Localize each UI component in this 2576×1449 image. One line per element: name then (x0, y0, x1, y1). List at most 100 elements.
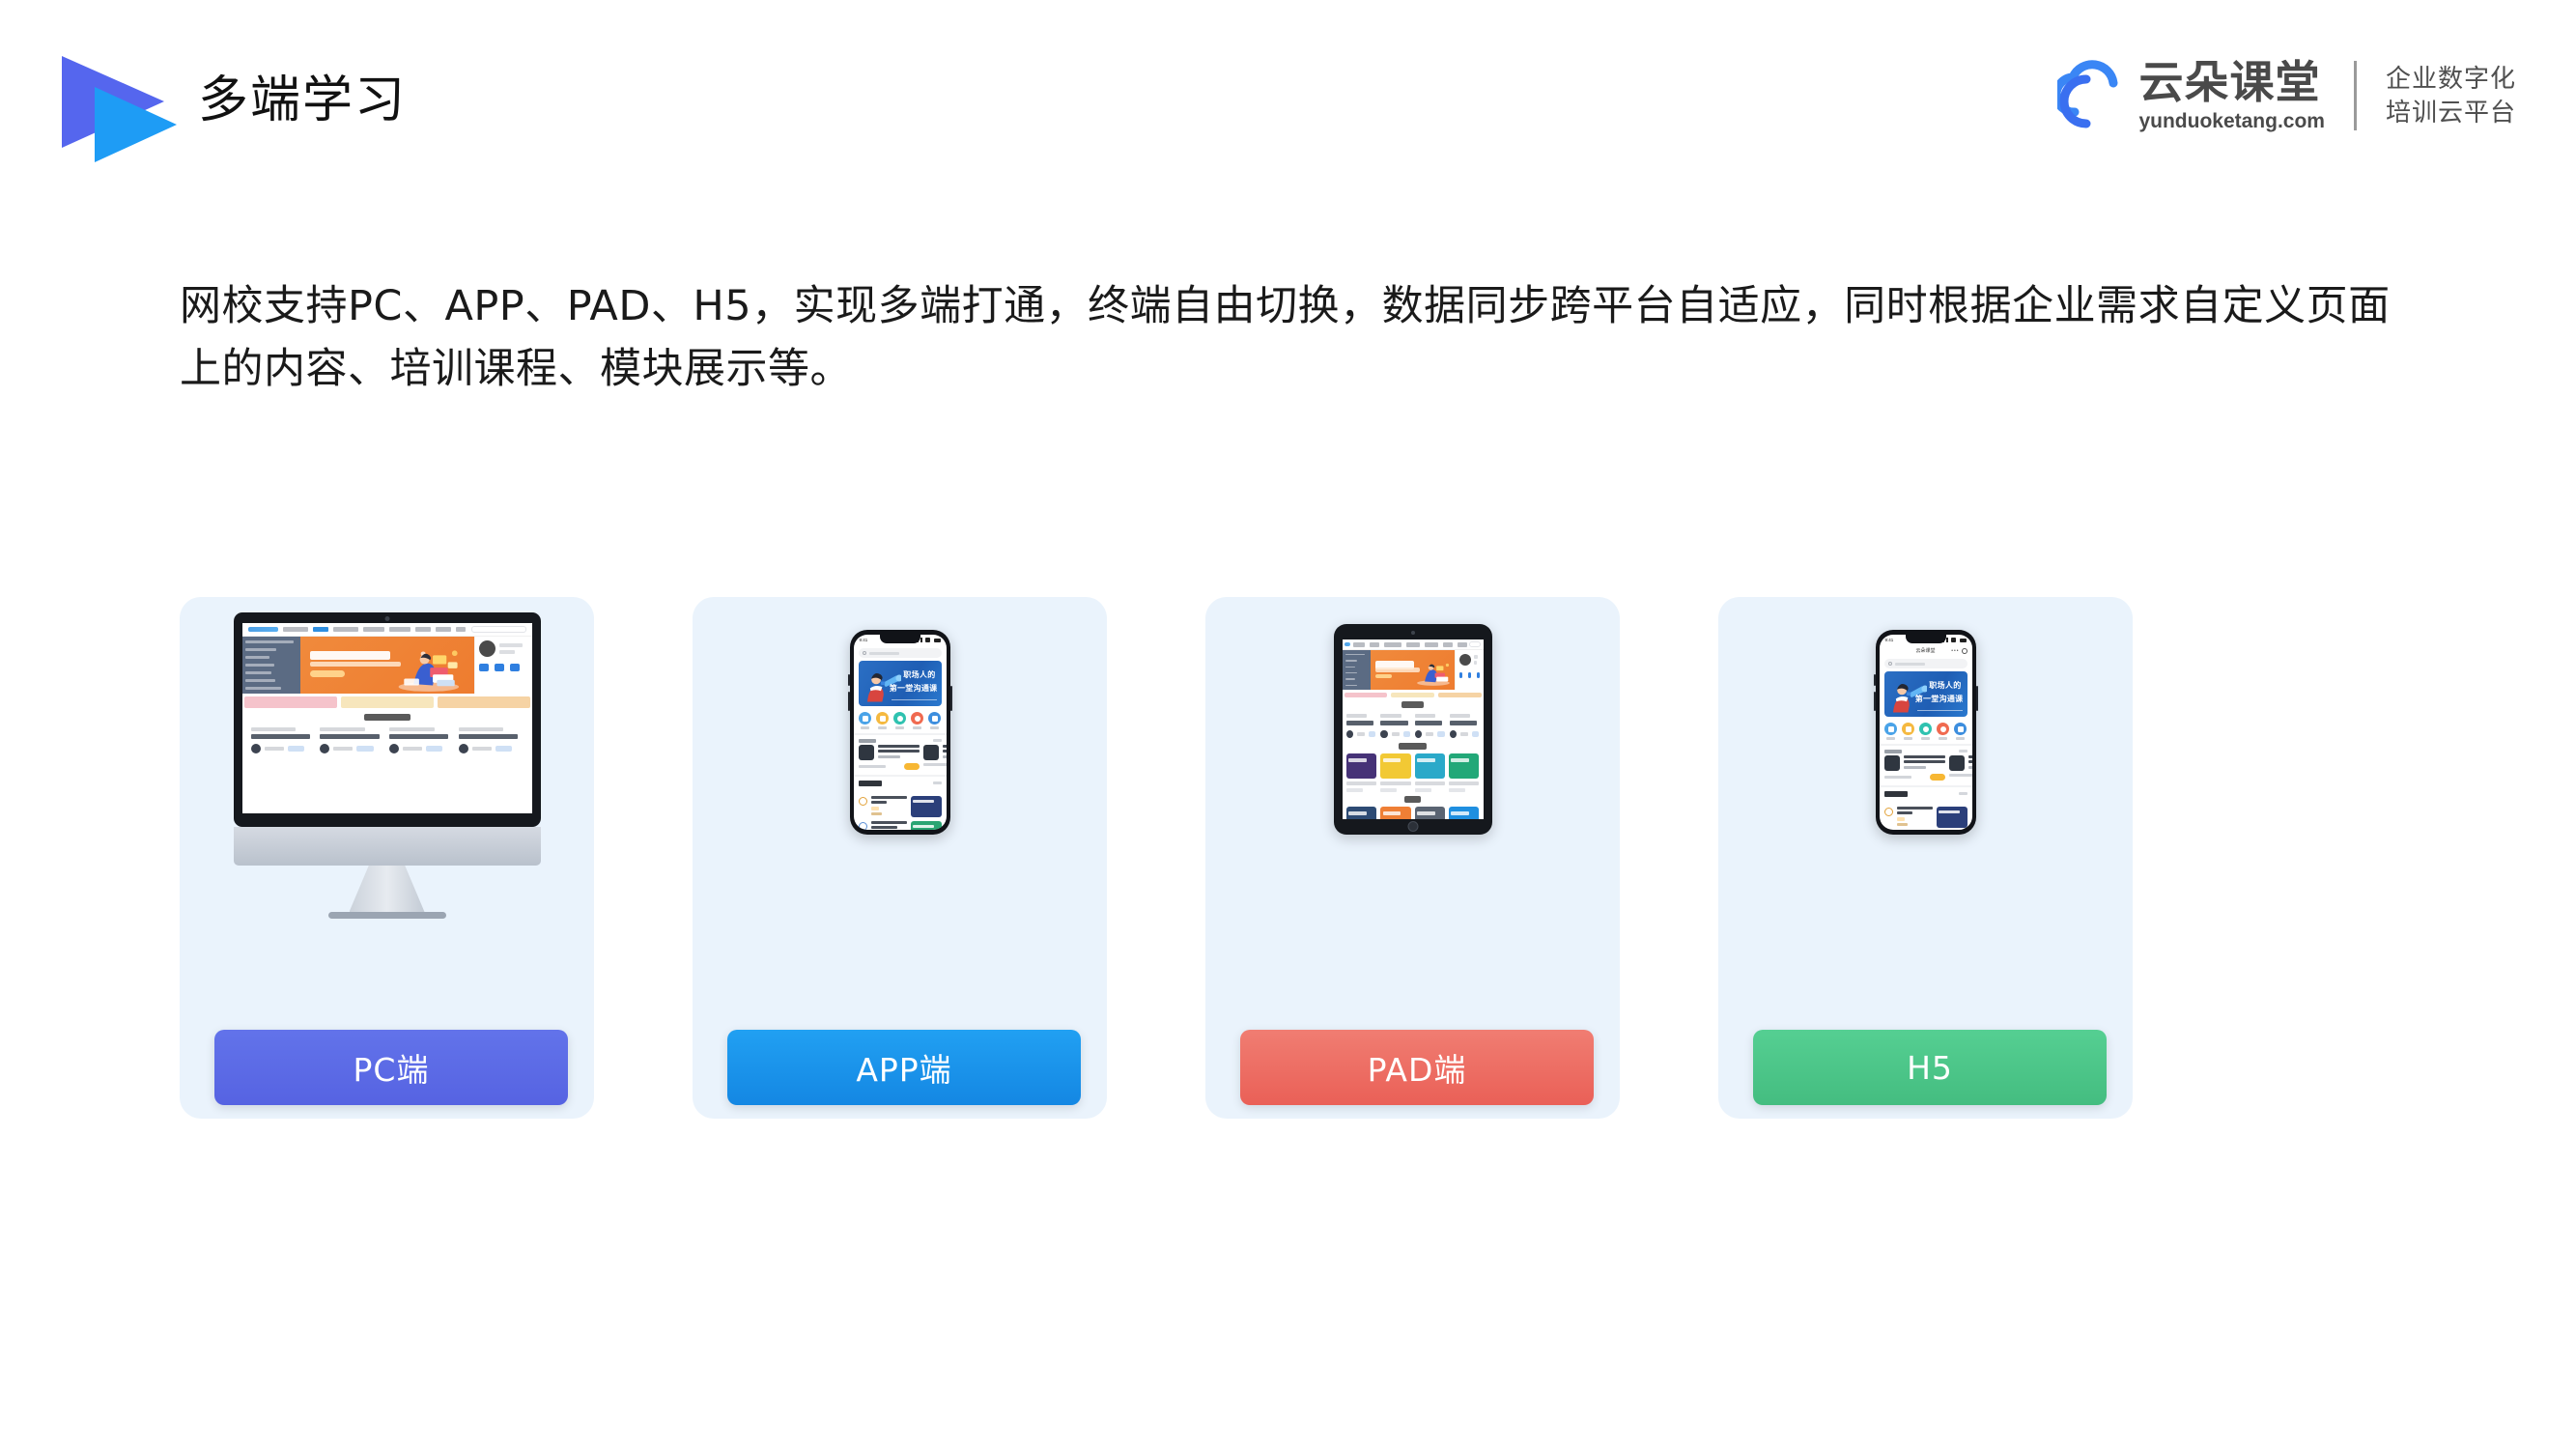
sidebar-item[interactable] (244, 670, 271, 674)
quick-icon[interactable] (494, 663, 504, 671)
quick-action-icons[interactable] (478, 663, 528, 671)
phone-volume-down-button[interactable] (1873, 692, 1876, 711)
nav-item[interactable] (1442, 641, 1453, 647)
quick-icon[interactable] (1468, 672, 1471, 679)
device-card-pad[interactable]: PAD端 (1205, 597, 1620, 1119)
grid-course-card[interactable] (1414, 807, 1445, 819)
more-link[interactable] (1958, 792, 1967, 795)
enroll-badge[interactable] (903, 762, 920, 770)
course-card[interactable] (389, 727, 454, 754)
hero-cta-button[interactable] (1374, 673, 1393, 679)
category-course[interactable] (1884, 723, 1897, 740)
sidebar-item[interactable] (1345, 684, 1358, 687)
category-course[interactable] (859, 712, 871, 729)
enroll-badge[interactable] (1929, 773, 1946, 781)
quick-icon[interactable] (478, 663, 489, 671)
category-live[interactable] (893, 712, 906, 729)
course-card[interactable] (1949, 754, 1972, 781)
grid-course-card[interactable] (1448, 753, 1480, 792)
course-card[interactable] (458, 727, 524, 754)
quick-icon[interactable] (1476, 672, 1480, 679)
phone-volume-down-button[interactable] (847, 692, 850, 711)
cta-button-pad[interactable]: PAD端 (1240, 1030, 1594, 1105)
nav-item[interactable] (1369, 641, 1379, 647)
nav-item[interactable] (1457, 641, 1467, 647)
category-course-pack[interactable] (1902, 723, 1914, 740)
phone-volume-up-button[interactable] (847, 674, 850, 686)
cta-button-pc[interactable]: PC端 (214, 1030, 568, 1105)
sidebar-item[interactable] (1345, 666, 1355, 668)
site-search-box[interactable] (471, 626, 526, 633)
phone-power-button[interactable] (949, 686, 952, 711)
device-card-app[interactable]: 9:41 职场人的 第一堂沟通课 APP端 (693, 597, 1107, 1119)
category-material[interactable] (1954, 723, 1967, 740)
quick-action-icons[interactable] (1459, 672, 1480, 679)
more-dots-icon[interactable]: ••• (1951, 648, 1959, 654)
course-card[interactable] (923, 744, 947, 770)
nav-item[interactable] (283, 626, 309, 632)
course-card[interactable] (320, 727, 384, 754)
course-card[interactable] (1380, 713, 1410, 738)
nav-item[interactable] (363, 626, 385, 632)
promo-banner[interactable] (1344, 693, 1388, 698)
site-hero-banner[interactable] (1370, 650, 1456, 691)
grid-course-card[interactable] (1380, 753, 1411, 792)
quick-icon[interactable] (1459, 672, 1463, 679)
nav-item-active[interactable] (313, 626, 329, 632)
app-search-input[interactable] (858, 648, 942, 658)
nav-item[interactable] (333, 626, 359, 632)
sidebar-item[interactable] (244, 655, 270, 659)
course-card[interactable] (858, 744, 920, 770)
grid-course-card[interactable] (1345, 753, 1377, 792)
sidebar-item[interactable] (244, 647, 276, 651)
sidebar-item[interactable] (1345, 672, 1357, 674)
nav-item[interactable] (1405, 641, 1420, 647)
app-hero-banner[interactable]: 职场人的 第一堂沟通课 (858, 661, 942, 706)
site-hero-banner[interactable] (299, 636, 474, 694)
sidebar-item[interactable] (1345, 678, 1356, 680)
nav-item[interactable] (1424, 641, 1438, 647)
device-card-h5[interactable]: 9:41 云朵课堂 ••• 职场人的 第一堂沟通课 H5 (1718, 597, 2133, 1119)
quick-icon[interactable] (509, 663, 520, 671)
promo-banner[interactable] (340, 696, 434, 708)
sidebar-item[interactable] (1345, 660, 1358, 662)
sidebar-item[interactable] (244, 678, 275, 682)
category-community[interactable] (1937, 723, 1949, 740)
more-link[interactable] (1958, 750, 1967, 753)
hero-cta-button[interactable] (310, 670, 346, 677)
device-card-pc[interactable]: PC端 (180, 597, 594, 1119)
cta-button-app[interactable]: APP端 (727, 1030, 1081, 1105)
grid-course-card[interactable] (1345, 807, 1377, 819)
grid-course-card[interactable] (1380, 807, 1411, 819)
sidebar-item[interactable] (1345, 654, 1366, 656)
h5-hero-banner[interactable]: 职场人的 第一堂沟通课 (1883, 671, 1967, 717)
reco-item[interactable] (858, 795, 942, 817)
nav-item[interactable] (415, 626, 432, 632)
h5-search-input[interactable] (1883, 659, 1967, 668)
grid-course-card[interactable] (1448, 807, 1480, 819)
nav-item[interactable] (389, 626, 411, 632)
promo-banner[interactable] (243, 696, 337, 708)
more-link[interactable] (932, 781, 942, 784)
promo-banner[interactable] (1391, 693, 1434, 698)
promo-banner[interactable] (437, 696, 530, 708)
site-search-box[interactable] (1469, 641, 1481, 647)
reco-item[interactable] (1883, 806, 1967, 828)
grid-course-card[interactable] (1414, 753, 1445, 792)
cta-button-h5[interactable]: H5 (1753, 1030, 2107, 1105)
home-button[interactable] (1407, 821, 1418, 832)
more-link[interactable] (932, 739, 942, 742)
reco-item[interactable] (858, 820, 942, 830)
phone-power-button[interactable] (1975, 686, 1978, 711)
course-card[interactable] (1415, 713, 1445, 738)
course-card[interactable] (1345, 713, 1376, 738)
category-community[interactable] (911, 712, 923, 729)
course-card[interactable] (1883, 754, 1946, 781)
sidebar-item[interactable] (244, 663, 274, 667)
promo-banner[interactable] (1437, 693, 1482, 698)
course-card[interactable] (1449, 713, 1480, 738)
phone-volume-up-button[interactable] (1873, 674, 1876, 686)
course-card[interactable] (250, 727, 316, 754)
category-course-pack[interactable] (876, 712, 889, 729)
category-live[interactable] (1919, 723, 1932, 740)
